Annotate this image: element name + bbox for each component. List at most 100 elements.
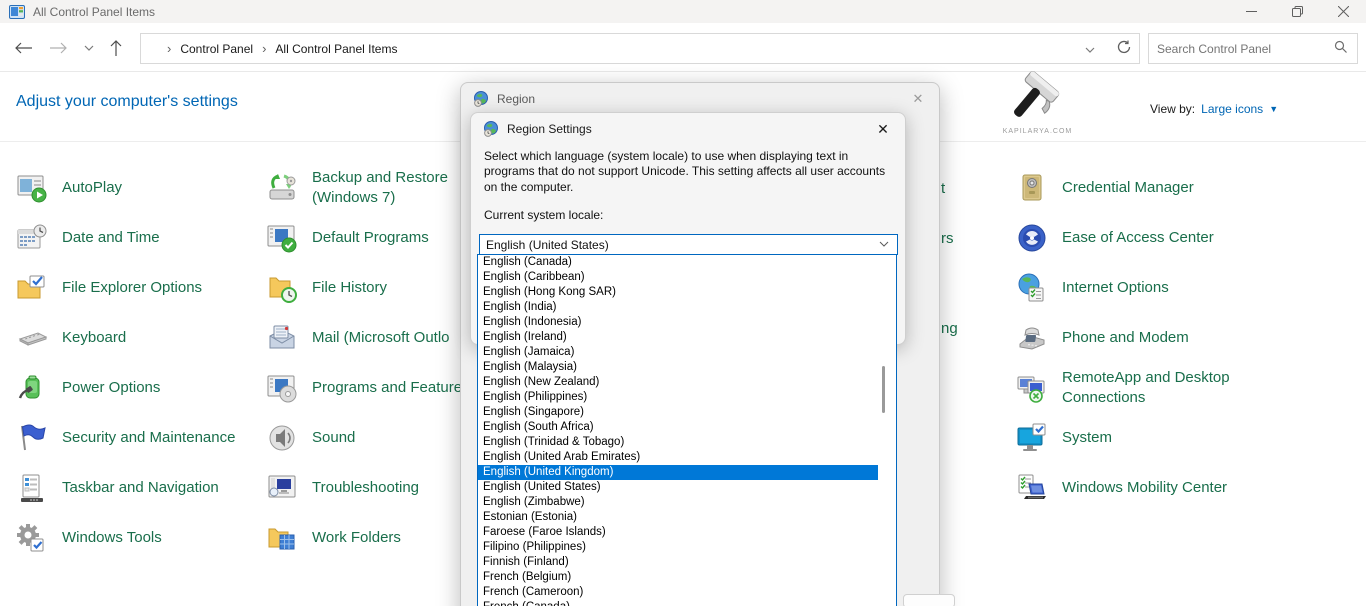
breadcrumb: › Control Panel › All Control Panel Item… xyxy=(140,33,1140,64)
breadcrumb-control-panel[interactable]: Control Panel xyxy=(180,42,253,56)
item-label: Ease of Access Center xyxy=(1062,228,1214,248)
locale-option[interactable]: Finnish (Finland) xyxy=(478,555,896,570)
region-globe-icon xyxy=(473,91,489,107)
sound-icon xyxy=(266,422,298,454)
locale-option[interactable]: Filipino (Philippines) xyxy=(478,540,896,555)
locale-option[interactable]: English (Hong Kong SAR) xyxy=(478,285,896,300)
window-title: All Control Panel Items xyxy=(33,5,155,19)
item-label: Backup and Restore (Windows 7) xyxy=(312,168,448,209)
credential-manager-icon xyxy=(1016,172,1048,204)
item-security-maintenance[interactable]: Security and Maintenance xyxy=(16,413,266,463)
item-keyboard[interactable]: Keyboard xyxy=(16,313,266,363)
locale-option[interactable]: English (Philippines) xyxy=(478,390,896,405)
occluded-item-fragment: ng xyxy=(941,320,958,337)
locale-option[interactable]: French (Cameroon) xyxy=(478,585,896,600)
backup-restore-icon xyxy=(266,172,298,204)
locale-dropdown-list: English (Canada) English (Caribbean) Eng… xyxy=(477,254,897,606)
region-settings-close-icon[interactable]: ✕ xyxy=(873,121,893,138)
item-label: Security and Maintenance xyxy=(62,428,235,448)
item-date-time[interactable]: Date and Time xyxy=(16,213,266,263)
item-internet-options[interactable]: Internet Options xyxy=(1016,263,1266,313)
watermark: KAPILARYA.COM xyxy=(995,70,1080,135)
region-settings-description: Select which language (system locale) to… xyxy=(471,145,905,195)
locale-option[interactable]: English (United Arab Emirates) xyxy=(478,450,896,465)
locale-option[interactable]: English (Jamaica) xyxy=(478,345,896,360)
item-credential-manager[interactable]: Credential Manager xyxy=(1016,163,1266,213)
item-label: Mail (Microsoft Outlo xyxy=(312,328,450,348)
locale-option[interactable]: English (Canada) xyxy=(478,255,896,270)
locale-option[interactable]: English (New Zealand) xyxy=(478,375,896,390)
troubleshooting-icon xyxy=(266,472,298,504)
region-dialog-title: Region xyxy=(497,92,535,106)
region-dialog-partial-button[interactable] xyxy=(903,594,955,606)
item-label: File History xyxy=(312,278,387,298)
locale-option[interactable]: English (Singapore) xyxy=(478,405,896,420)
recent-pages-chevron-icon[interactable] xyxy=(78,37,100,59)
item-label: Credential Manager xyxy=(1062,178,1194,198)
item-remoteapp[interactable]: RemoteApp and Desktop Connections xyxy=(1016,363,1266,413)
phone-modem-icon xyxy=(1016,322,1048,354)
locale-option[interactable]: English (Ireland) xyxy=(478,330,896,345)
programs-features-icon xyxy=(266,372,298,404)
region-dialog-titlebar: Region ✕ xyxy=(461,83,939,114)
security-maintenance-icon xyxy=(16,422,48,454)
locale-option[interactable]: English (United States) xyxy=(478,480,896,495)
forward-icon[interactable] xyxy=(47,37,69,59)
item-power-options[interactable]: Power Options xyxy=(16,363,266,413)
combobox-chevron-icon[interactable] xyxy=(879,239,889,250)
item-phone-modem[interactable]: Phone and Modem xyxy=(1016,313,1266,363)
item-autoplay[interactable]: AutoPlay xyxy=(16,163,266,213)
power-options-icon xyxy=(16,372,48,404)
search-icon[interactable] xyxy=(1334,40,1347,58)
item-label: Keyboard xyxy=(62,328,126,348)
locale-option[interactable]: Faroese (Faroe Islands) xyxy=(478,525,896,540)
current-system-locale-label: Current system locale: xyxy=(471,195,905,222)
locale-option[interactable]: Estonian (Estonia) xyxy=(478,510,896,525)
view-by-control: View by: Large icons ▼ xyxy=(1150,102,1278,116)
restore-button[interactable] xyxy=(1274,0,1320,23)
item-ease-of-access[interactable]: Ease of Access Center xyxy=(1016,213,1266,263)
item-system[interactable]: System xyxy=(1016,413,1266,463)
page-title: Adjust your computer's settings xyxy=(16,93,238,111)
locale-option[interactable]: English (India) xyxy=(478,300,896,315)
mail-icon xyxy=(266,322,298,354)
locale-option-selected[interactable]: English (United Kingdom) xyxy=(478,465,878,480)
remoteapp-icon xyxy=(1016,372,1048,404)
item-windows-tools[interactable]: Windows Tools xyxy=(16,513,266,563)
item-taskbar-navigation[interactable]: Taskbar and Navigation xyxy=(16,463,266,513)
locale-option[interactable]: English (Zimbabwe) xyxy=(478,495,896,510)
system-locale-combobox[interactable]: English (United States) xyxy=(479,234,898,255)
locale-option[interactable]: English (Caribbean) xyxy=(478,270,896,285)
item-label: Work Folders xyxy=(312,528,401,548)
item-label: Windows Mobility Center xyxy=(1062,478,1227,498)
up-icon[interactable] xyxy=(105,37,127,59)
region-dialog-close-icon[interactable]: ✕ xyxy=(909,91,927,107)
breadcrumb-chevron-icon[interactable]: › xyxy=(253,41,275,56)
locale-option[interactable]: English (South Africa) xyxy=(478,420,896,435)
back-icon[interactable] xyxy=(12,37,34,59)
breadcrumb-all-items[interactable]: All Control Panel Items xyxy=(275,42,397,56)
close-button[interactable] xyxy=(1320,0,1366,23)
dropdown-scrollbar-thumb[interactable] xyxy=(882,366,885,413)
occluded-item-fragment: t xyxy=(941,180,945,197)
region-settings-titlebar: Region Settings ✕ xyxy=(471,113,905,145)
item-label: Windows Tools xyxy=(62,528,162,548)
locale-option[interactable]: English (Indonesia) xyxy=(478,315,896,330)
view-by-dropdown-icon[interactable]: ▼ xyxy=(1269,104,1278,114)
locale-option[interactable]: French (Canada) xyxy=(478,600,896,606)
autoplay-icon xyxy=(16,172,48,204)
item-label: Sound xyxy=(312,428,355,448)
breadcrumb-chevron-icon[interactable]: › xyxy=(141,41,180,56)
refresh-icon[interactable] xyxy=(1117,40,1131,57)
locale-option[interactable]: French (Belgium) xyxy=(478,570,896,585)
minimize-button[interactable] xyxy=(1228,0,1274,23)
view-by-value[interactable]: Large icons xyxy=(1201,102,1263,116)
item-file-explorer-options[interactable]: File Explorer Options xyxy=(16,263,266,313)
item-label: Phone and Modem xyxy=(1062,328,1189,348)
locale-option[interactable]: English (Trinidad & Tobago) xyxy=(478,435,896,450)
item-label: Taskbar and Navigation xyxy=(62,478,219,498)
locale-option[interactable]: English (Malaysia) xyxy=(478,360,896,375)
address-dropdown-chevron-icon[interactable] xyxy=(1085,42,1095,56)
item-mobility-center[interactable]: Windows Mobility Center xyxy=(1016,463,1266,513)
search-input[interactable] xyxy=(1149,42,1334,56)
